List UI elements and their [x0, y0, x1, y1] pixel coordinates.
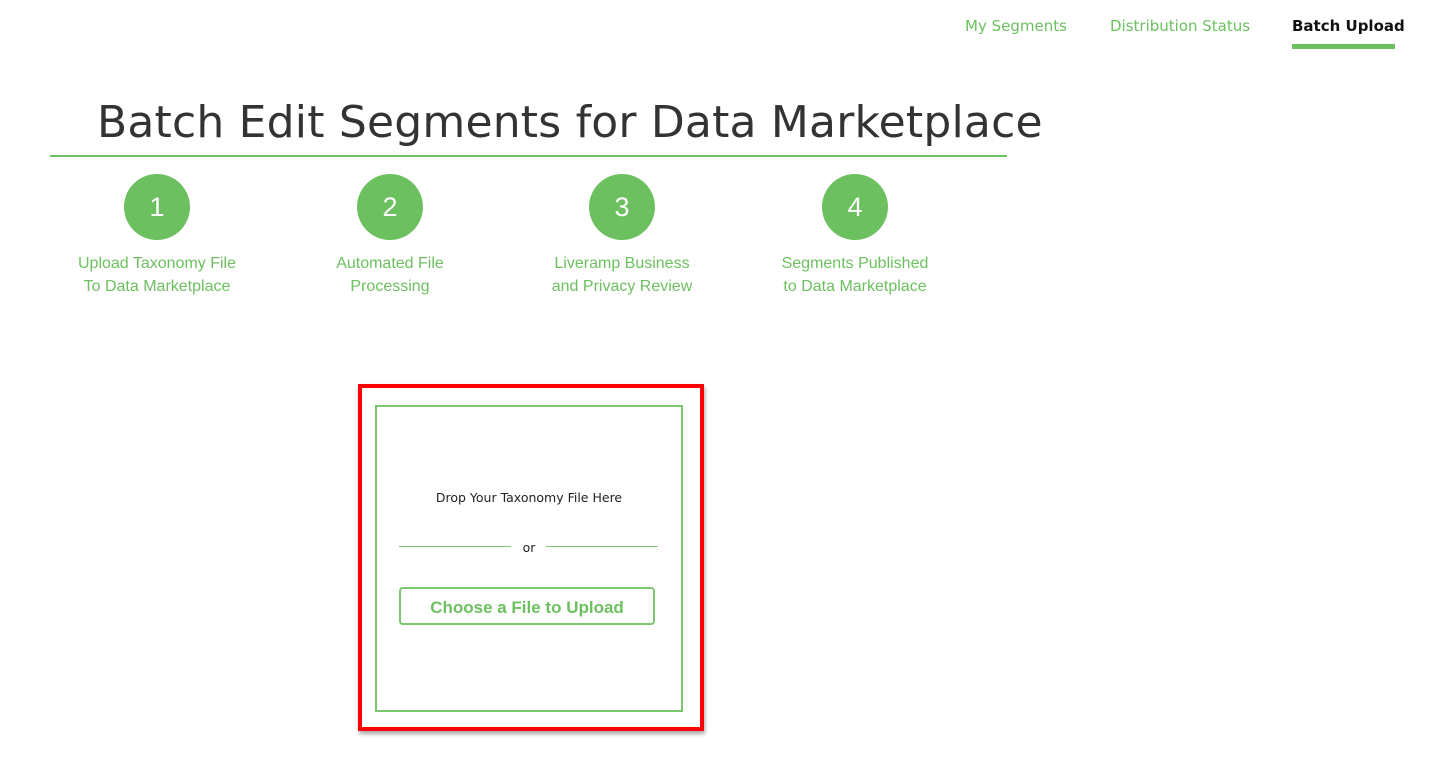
step-label-line: To Data Marketplace: [83, 278, 231, 295]
step-3: 3 Liveramp Business and Privacy Review: [522, 174, 722, 298]
active-tab-indicator: [1292, 44, 1395, 49]
step-label-line: Processing: [350, 278, 430, 295]
step-4: 4 Segments Published to Data Marketplace: [755, 174, 955, 298]
step-label: Liveramp Business and Privacy Review: [522, 252, 722, 298]
page-title: Batch Edit Segments for Data Marketplace: [97, 97, 1043, 148]
step-label-line: Automated File: [336, 255, 444, 272]
or-separator: or: [522, 540, 536, 555]
step-number-badge: 2: [357, 174, 423, 240]
title-divider: [50, 155, 1007, 157]
step-label-line: and Privacy Review: [551, 278, 693, 295]
file-dropzone[interactable]: Drop Your Taxonomy File Here or Choose a…: [375, 405, 683, 712]
step-label-line: Segments Published: [781, 255, 929, 272]
step-label: Segments Published to Data Marketplace: [755, 252, 955, 298]
or-divider-right: [546, 546, 658, 547]
tab-batch-upload[interactable]: Batch Upload: [1292, 17, 1405, 35]
step-label: Automated File Processing: [290, 252, 490, 298]
step-label-line: Liveramp Business: [554, 255, 690, 272]
choose-file-button[interactable]: Choose a File to Upload: [399, 587, 655, 625]
tab-my-segments[interactable]: My Segments: [965, 17, 1067, 35]
step-2: 2 Automated File Processing: [290, 174, 490, 298]
step-number-badge: 4: [822, 174, 888, 240]
dropzone-instructions: Drop Your Taxonomy File Here: [435, 490, 623, 505]
step-1: 1 Upload Taxonomy File To Data Marketpla…: [57, 174, 257, 298]
step-number-badge: 3: [589, 174, 655, 240]
tab-distribution-status[interactable]: Distribution Status: [1110, 17, 1250, 35]
step-label-line: Upload Taxonomy File: [77, 255, 236, 272]
step-label-line: to Data Marketplace: [783, 278, 927, 295]
step-number-badge: 1: [124, 174, 190, 240]
step-label: Upload Taxonomy File To Data Marketplace: [57, 252, 257, 298]
top-nav: My Segments Distribution Status Batch Up…: [0, 0, 1438, 60]
